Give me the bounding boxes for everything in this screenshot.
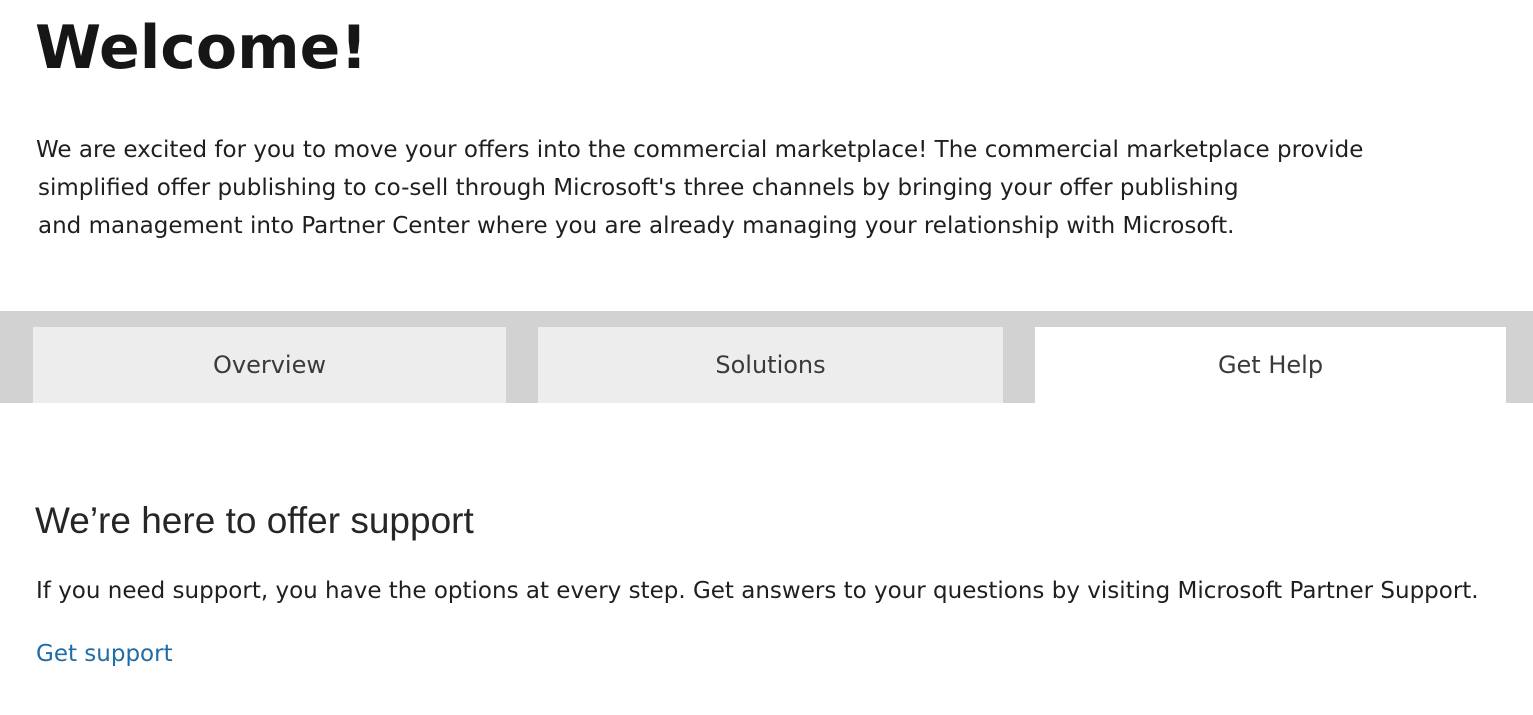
- support-heading: We’re here to offer support: [35, 500, 474, 541]
- intro-line-2: simplified offer publishing to co-sell t…: [38, 175, 1239, 201]
- support-description: If you need support, you have the option…: [36, 578, 1479, 604]
- tab-get-help[interactable]: Get Help: [1035, 327, 1506, 403]
- intro-paragraph: We are excited for you to move your offe…: [36, 131, 1366, 245]
- get-support-link[interactable]: Get support: [36, 636, 173, 672]
- page-title: Welcome!: [35, 13, 368, 83]
- tab-solutions[interactable]: Solutions: [538, 327, 1003, 403]
- tab-strip: Overview Solutions Get Help: [0, 311, 1533, 403]
- intro-line-3: and management into Partner Center where…: [38, 213, 1235, 239]
- intro-line-1: We are excited for you to move your offe…: [36, 137, 1364, 163]
- tab-overview[interactable]: Overview: [33, 327, 506, 403]
